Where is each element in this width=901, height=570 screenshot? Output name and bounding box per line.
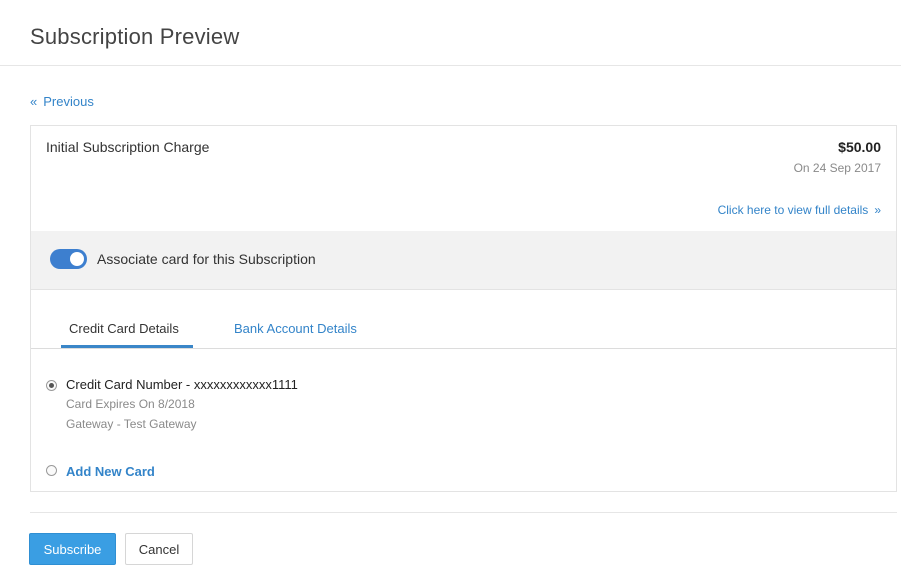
associate-card-section: Associate card for this Subscription bbox=[31, 231, 896, 290]
double-chevron-right-icon: » bbox=[874, 203, 881, 217]
page-title: Subscription Preview bbox=[30, 24, 240, 49]
subscribe-button[interactable]: Subscribe bbox=[29, 533, 116, 565]
payment-tabs: Credit Card Details Bank Account Details bbox=[31, 290, 896, 349]
tab-bank-account-details[interactable]: Bank Account Details bbox=[234, 321, 357, 345]
footer-divider bbox=[30, 512, 897, 513]
view-full-details-label: Click here to view full details bbox=[717, 203, 869, 217]
associate-card-label: Associate card for this Subscription bbox=[97, 251, 316, 267]
previous-label: Previous bbox=[43, 94, 94, 109]
header-divider bbox=[0, 65, 901, 66]
saved-card-radio[interactable] bbox=[46, 380, 57, 391]
subscription-panel: Initial Subscription Charge $50.00 On 24… bbox=[30, 125, 897, 492]
charge-date: On 24 Sep 2017 bbox=[793, 161, 881, 175]
add-new-card-radio[interactable] bbox=[46, 465, 57, 476]
charge-amount: $50.00 bbox=[838, 139, 881, 155]
card-expiry: Card Expires On 8/2018 bbox=[66, 397, 195, 411]
tab-credit-card-details[interactable]: Credit Card Details bbox=[61, 321, 193, 348]
toggle-knob bbox=[70, 252, 84, 266]
double-chevron-left-icon: « bbox=[30, 94, 38, 109]
cancel-button[interactable]: Cancel bbox=[125, 533, 193, 565]
add-new-card-link[interactable]: Add New Card bbox=[66, 464, 155, 479]
credit-card-number: Credit Card Number - xxxxxxxxxxxx1111 bbox=[66, 377, 298, 392]
previous-link[interactable]: « Previous bbox=[30, 94, 94, 109]
associate-card-toggle[interactable] bbox=[50, 249, 87, 269]
card-gateway: Gateway - Test Gateway bbox=[66, 417, 197, 431]
charge-label: Initial Subscription Charge bbox=[46, 139, 210, 155]
view-full-details-link[interactable]: Click here to view full details » bbox=[718, 203, 881, 217]
